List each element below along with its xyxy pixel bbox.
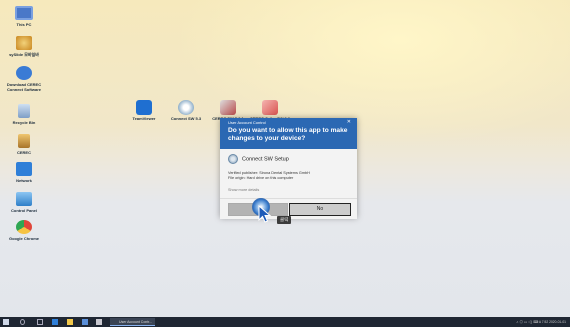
app-icon[interactable]	[96, 319, 102, 325]
show-more-details-link[interactable]: Show more details	[228, 188, 259, 192]
uac-dialog: User Account Control ✕ Do you want to al…	[220, 118, 357, 219]
desktop-icon-network[interactable]: Network	[0, 162, 48, 183]
mouse-cursor-icon	[258, 205, 272, 223]
task-view-icon[interactable]	[37, 319, 43, 325]
desktop-icon-chrome[interactable]: Google Chrome	[0, 220, 48, 241]
system-tray[interactable]: ㅅ ◎ ▭ ◁) ⌨ A 7:52 2020-01-01	[446, 319, 566, 325]
file-explorer-icon[interactable]	[67, 319, 73, 325]
uac-header: User Account Control ✕ Do you want to al…	[220, 118, 357, 149]
cerec-sw-icon	[220, 100, 236, 115]
desktop-icon-cerec[interactable]: CEREC	[0, 134, 48, 155]
teamviewer-icon	[136, 100, 152, 115]
desktop-icon-control-panel[interactable]: Control Panel	[0, 192, 48, 213]
no-button[interactable]: No	[289, 203, 351, 216]
recycle-bin-icon	[18, 104, 30, 118]
this-pc-icon	[15, 6, 33, 20]
edge-icon[interactable]	[52, 319, 58, 325]
connect-sw-icon	[178, 100, 194, 115]
connect-sw-icon	[228, 154, 238, 164]
network-icon	[16, 162, 32, 176]
chrome-icon	[16, 220, 32, 234]
taskbar: User Account Contr... ㅅ ◎ ▭ ◁) ⌨ A 7:52 …	[0, 317, 570, 327]
uac-origin: File origin: Hard drive on this computer	[228, 176, 294, 180]
desktop-icon-this-pc[interactable]: This PC	[0, 6, 48, 27]
search-icon[interactable]	[20, 319, 25, 325]
uac-question: Do you want to allow this app to make ch…	[228, 127, 348, 142]
desktop-icon-folder[interactable]: sySlide 모바일바	[0, 36, 48, 57]
uac-app-row: Connect SW Setup	[228, 154, 289, 164]
desktop: This PC sySlide 모바일바 Download CEREC Conn…	[0, 0, 570, 327]
uac-title: User Account Control	[228, 120, 266, 125]
control-panel-icon	[16, 192, 32, 206]
download-icon	[16, 66, 32, 80]
desktop-icon-download[interactable]: Download CEREC Connect Software	[0, 66, 48, 92]
taskbar-uac-task[interactable]: User Account Contr...	[110, 318, 155, 326]
cerec-icon	[18, 134, 30, 148]
close-icon[interactable]: ✕	[347, 119, 351, 125]
store-icon[interactable]	[82, 319, 88, 325]
desktop-icon-recycle-bin[interactable]: Recycle Bin	[0, 104, 48, 125]
click-tooltip: 클릭	[277, 216, 292, 224]
uac-publisher-info: Verified publisher: Sirona Dental System…	[228, 171, 310, 181]
windows-start-icon[interactable]	[3, 319, 9, 325]
spiral-folder-icon	[16, 36, 32, 50]
uac-app-name: Connect SW Setup	[242, 156, 289, 163]
cerec-ortho-icon	[262, 100, 278, 115]
